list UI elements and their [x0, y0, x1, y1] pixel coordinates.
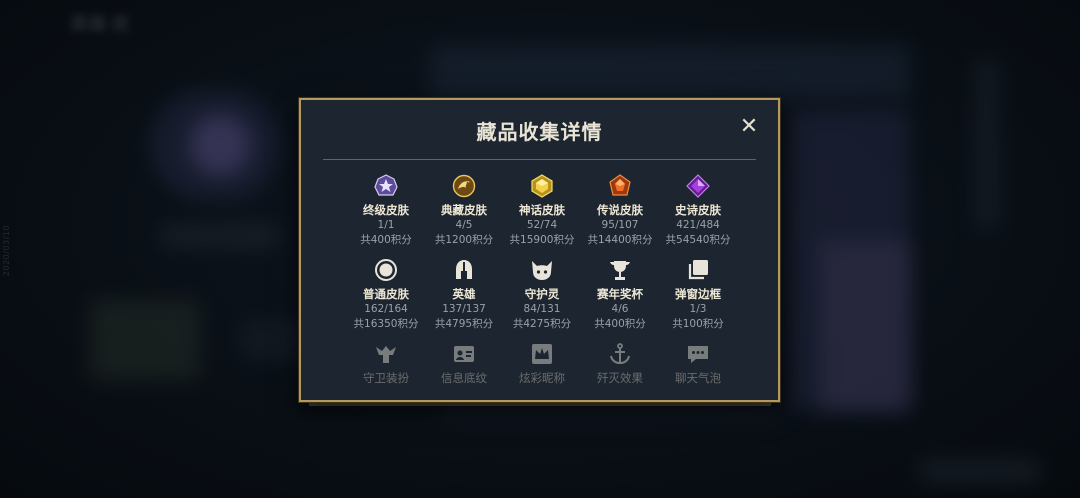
item-count: 137/137 — [442, 303, 486, 315]
anchor-icon — [607, 341, 633, 367]
item-points: 共400积分 — [594, 318, 646, 330]
item-points: 共14400积分 — [587, 234, 653, 246]
game-screen: 英雄·皮 2020/03/10 藏品收集详情 ✕ 终级皮肤 1/1 共400积分 — [0, 0, 1080, 498]
collection-item-epic-skin[interactable]: 史诗皮肤 421/484 共54540积分 — [659, 173, 737, 247]
collection-item-collector-skin[interactable]: 典藏皮肤 4/5 共1200积分 — [425, 173, 503, 247]
item-label: 史诗皮肤 — [675, 203, 721, 217]
item-points: 共16350积分 — [353, 318, 419, 330]
collection-row: 普通皮肤 162/164 共16350积分 英雄 137/137 共4795积分 — [347, 257, 737, 331]
epic-gem-icon — [685, 173, 711, 199]
item-count: 52/74 — [526, 219, 558, 231]
helmet-icon — [451, 257, 477, 283]
mythic-gem-icon — [529, 173, 555, 199]
collection-item-info-pattern[interactable]: 信息底纹 — [425, 341, 503, 386]
trophy-icon — [607, 257, 633, 283]
item-label: 信息底纹 — [441, 371, 487, 385]
item-label: 普通皮肤 — [363, 287, 409, 301]
item-label: 弹窗边框 — [675, 287, 721, 301]
collection-item-season-trophy[interactable]: 赛年奖杯 4/6 共400积分 — [581, 257, 659, 331]
spirit-icon — [529, 257, 555, 283]
item-points: 共15900积分 — [509, 234, 575, 246]
item-count: 84/131 — [523, 303, 561, 315]
item-label: 炫彩昵称 — [519, 371, 565, 385]
collection-item-ultimate-skin[interactable]: 终级皮肤 1/1 共400积分 — [347, 173, 425, 247]
item-label: 守卫装扮 — [363, 371, 409, 385]
item-label: 典藏皮肤 — [441, 203, 487, 217]
item-count: 95/107 — [601, 219, 639, 231]
circle-icon — [373, 257, 399, 283]
collection-row: 终级皮肤 1/1 共400积分 典藏皮肤 4/5 共1200积分 神话皮肤 52… — [347, 173, 737, 247]
frame-icon — [685, 257, 711, 283]
chat-bubble-icon — [685, 341, 711, 367]
collection-details-dialog: 藏品收集详情 ✕ 终级皮肤 1/1 共400积分 典藏皮肤 4/5 共1200积… — [299, 98, 780, 402]
item-count: 4/5 — [455, 219, 473, 231]
collection-item-hero[interactable]: 英雄 137/137 共4795积分 — [425, 257, 503, 331]
collection-item-guardian-spirit[interactable]: 守护灵 84/131 共4275积分 — [503, 257, 581, 331]
id-card-icon — [451, 341, 477, 367]
item-count: 421/484 — [676, 219, 720, 231]
item-points: 共1200积分 — [434, 234, 494, 246]
collection-item-kill-effect[interactable]: 歼灭效果 — [581, 341, 659, 386]
item-count: 1/3 — [689, 303, 707, 315]
guard-icon — [373, 341, 399, 367]
item-points: 共54540积分 — [665, 234, 731, 246]
dragon-emblem-icon — [451, 173, 477, 199]
collection-item-chat-bubble[interactable]: 聊天气泡 — [659, 341, 737, 386]
item-count: 1/1 — [377, 219, 395, 231]
collection-item-popup-frame[interactable]: 弹窗边框 1/3 共100积分 — [659, 257, 737, 331]
collection-item-guard-outfit[interactable]: 守卫装扮 — [347, 341, 425, 386]
item-count: 162/164 — [364, 303, 408, 315]
title-divider — [323, 159, 756, 160]
close-button[interactable]: ✕ — [738, 116, 760, 138]
collection-item-normal-skin[interactable]: 普通皮肤 162/164 共16350积分 — [347, 257, 425, 331]
item-label: 神话皮肤 — [519, 203, 565, 217]
ultimate-gem-icon — [373, 173, 399, 199]
legendary-gem-icon — [607, 173, 633, 199]
modal-bottom-edge — [309, 402, 771, 406]
item-points: 共4275积分 — [512, 318, 572, 330]
item-label: 赛年奖杯 — [597, 287, 643, 301]
crown-card-icon — [529, 341, 555, 367]
item-points: 共4795积分 — [434, 318, 494, 330]
collection-grid: 终级皮肤 1/1 共400积分 典藏皮肤 4/5 共1200积分 神话皮肤 52… — [347, 173, 737, 396]
item-points: 共400积分 — [360, 234, 412, 246]
collection-item-legendary-skin[interactable]: 传说皮肤 95/107 共14400积分 — [581, 173, 659, 247]
item-label: 英雄 — [452, 287, 476, 301]
item-label: 歼灭效果 — [597, 371, 643, 385]
item-label: 聊天气泡 — [675, 371, 721, 385]
item-label: 终级皮肤 — [363, 203, 409, 217]
item-label: 守护灵 — [524, 287, 560, 301]
item-points: 共100积分 — [672, 318, 724, 330]
collection-item-mythic-skin[interactable]: 神话皮肤 52/74 共15900积分 — [503, 173, 581, 247]
collection-row: 守卫装扮 信息底纹 炫彩昵称 歼灭效果 聊天气泡 — [347, 341, 737, 386]
dialog-title: 藏品收集详情 — [476, 120, 603, 144]
collection-item-colorful-nickname[interactable]: 炫彩昵称 — [503, 341, 581, 386]
item-label: 传说皮肤 — [597, 203, 643, 217]
item-count: 4/6 — [611, 303, 629, 315]
